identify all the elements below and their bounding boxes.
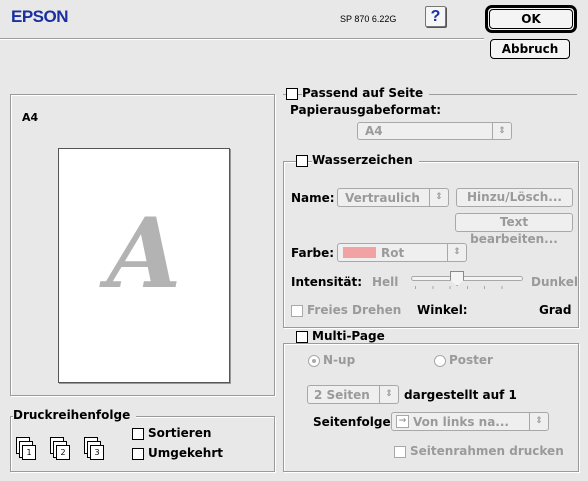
header-separator [0,38,484,40]
intensity-label: Intensität: [291,275,363,289]
watermark-preview: A [106,197,182,310]
page-stack-icon-3: 3 [84,433,114,460]
chevron-updown-icon: ⇕ [379,386,398,403]
watermark-color-label: Farbe: [291,246,335,260]
watermark-color-value: Rot [381,246,405,260]
watermark-label: Wasserzeichen [312,153,419,167]
paper-output-format-label: Papierausgabeformat: [290,103,442,117]
chevron-updown-icon: ⇕ [447,244,466,261]
color-swatch [343,247,376,258]
nup-label: N-up [323,353,356,367]
page-number-2: 2 [56,445,70,460]
page-order-label: Seitenfolge: [313,415,396,429]
watermark-color-select[interactable]: Rot ⇕ [337,243,467,262]
fit-to-page-checkbox[interactable] [286,88,298,100]
intensity-slider[interactable] [411,270,523,292]
ok-button-label: OK [521,12,541,26]
epson-logo: EPSON [11,7,69,26]
arrow-right-icon: → [396,415,409,428]
slider-thumb[interactable] [450,271,464,286]
page-stack-icon-2: 2 [50,433,80,460]
page-frame-label: Seitenrahmen drucken [410,444,564,458]
print-order-title: Druckreihenfolge [13,408,137,422]
help-icon: ? [430,8,441,25]
page-stack-icon-1: 1 [16,433,46,460]
slider-track [411,276,523,281]
pages-select[interactable]: 2 Seiten ⇕ [307,385,399,404]
sort-label: Sortieren [148,426,212,440]
preview-page: A [58,148,230,383]
paper-output-format-select[interactable]: A4 ⇕ [357,122,512,140]
watermark-checkbox[interactable] [296,155,308,167]
add-delete-label: Hinzu/Lösch... [467,190,562,204]
page-order-select[interactable]: → Von links na... ⇕ [391,412,549,431]
angle-unit: Grad [539,303,572,317]
cancel-button-label: Abbruch [501,42,559,56]
page-number-3: 3 [90,445,104,460]
multi-page-checkbox[interactable] [296,331,308,343]
watermark-name-label: Name: [291,191,335,205]
edit-text-button[interactable]: Text bearbeiten... [455,213,573,246]
intensity-dark-label: Dunkel [531,275,578,289]
driver-version: SP 870 6.22G [340,14,397,24]
add-delete-button[interactable]: Hinzu/Lösch... [456,188,573,207]
poster-label: Poster [449,353,493,367]
page-frame-checkbox[interactable] [394,446,406,458]
reverse-checkbox[interactable] [132,448,144,460]
paper-output-format-value: A4 [365,124,383,138]
chevron-updown-icon: ⇕ [492,123,511,139]
intensity-light-label: Hell [372,275,399,289]
slider-ticks [415,286,519,289]
help-button[interactable]: ? [425,6,446,27]
sort-checkbox[interactable] [132,428,144,440]
fit-to-page-label: Passend auf Seite [302,86,430,100]
cancel-button[interactable]: Abbruch [490,39,570,59]
paper-size-label: A4 [22,111,39,124]
free-rotate-checkbox[interactable] [291,305,303,317]
nup-radio[interactable] [308,355,320,367]
chevron-updown-icon: ⇕ [529,413,548,430]
free-rotate-label: Freies Drehen [307,303,402,317]
watermark-name-value: Vertraulich [345,191,420,205]
pages-suffix-label: dargestellt auf 1 [404,388,517,402]
chevron-updown-icon: ⇕ [429,189,448,206]
reverse-label: Umgekehrt [148,446,223,460]
print-order-icon: 1 2 3 [16,433,116,460]
angle-label: Winkel: [417,303,468,317]
page-order-value: Von links na... [413,415,509,429]
multi-page-label: Multi-Page [312,329,391,343]
page-number-1: 1 [22,445,36,460]
pages-value: 2 Seiten [314,388,370,402]
edit-text-label: Text bearbeiten... [470,215,558,246]
ok-button[interactable]: OK [489,9,573,29]
poster-radio[interactable] [434,355,446,367]
watermark-name-select[interactable]: Vertraulich ⇕ [337,188,449,207]
